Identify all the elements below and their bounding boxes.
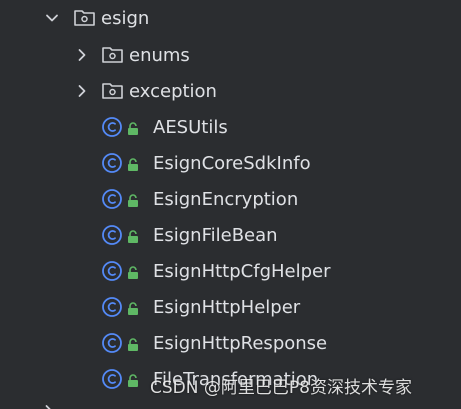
tree-item-label: enums	[129, 45, 190, 66]
java-class-icon	[101, 332, 123, 354]
tree-item-class[interactable]: AESUtils	[0, 109, 461, 145]
public-lock-icon	[127, 300, 139, 315]
java-class-icon	[101, 188, 123, 210]
public-lock-icon	[127, 264, 139, 279]
tree-item-class[interactable]: EsignHttpHelper	[0, 289, 461, 325]
public-lock-icon	[127, 156, 139, 171]
tree-item-class[interactable]: EsignHttpResponse	[0, 325, 461, 361]
tree-item-label: esign	[101, 8, 150, 29]
chevron-right-icon[interactable]	[72, 45, 92, 65]
folder-package-icon	[101, 81, 125, 101]
watermark: CSDN @阿里巴巴P8资深技术专家	[150, 378, 412, 398]
public-lock-icon	[127, 120, 139, 135]
folder-package-icon	[73, 8, 97, 28]
chevron-right-icon[interactable]	[72, 81, 92, 101]
tree-item-label: AESUtils	[153, 117, 228, 138]
tree-item-label: EsignFileBean	[153, 225, 278, 246]
folder-package-icon	[101, 45, 125, 65]
java-class-icon	[101, 152, 123, 174]
java-class-icon	[101, 296, 123, 318]
tree-item-esign[interactable]: esign	[0, 0, 461, 36]
java-class-icon	[101, 224, 123, 246]
java-class-icon	[101, 368, 123, 390]
tree-item-exception[interactable]: exception	[0, 73, 461, 109]
java-class-icon	[101, 260, 123, 282]
tree-item-label: EsignCoreSdkInfo	[153, 153, 311, 174]
public-lock-icon	[127, 228, 139, 243]
chevron-down-icon[interactable]	[42, 8, 62, 28]
public-lock-icon	[127, 192, 139, 207]
tree-item-enums[interactable]: enums	[0, 37, 461, 73]
tree-item-class[interactable]: EsignFileBean	[0, 217, 461, 253]
tree-item-label: EsignHttpHelper	[153, 297, 301, 318]
tree-item-class[interactable]: EsignCoreSdkInfo	[0, 145, 461, 181]
public-lock-icon	[127, 372, 139, 387]
tree-item-label: EsignHttpCfgHelper	[153, 261, 331, 282]
tree-item-label: exception	[129, 81, 217, 102]
tree-item-label: EsignHttpResponse	[153, 333, 328, 354]
tree-item-class[interactable]: EsignEncryption	[0, 181, 461, 217]
java-class-icon	[101, 116, 123, 138]
public-lock-icon	[127, 336, 139, 351]
tree-item-label: EsignEncryption	[153, 189, 299, 210]
project-tree: esign enums exception AESUtils EsignCore…	[0, 0, 461, 409]
tree-item-class[interactable]: EsignHttpCfgHelper	[0, 253, 461, 289]
chevron-right-icon[interactable]	[42, 400, 56, 409]
